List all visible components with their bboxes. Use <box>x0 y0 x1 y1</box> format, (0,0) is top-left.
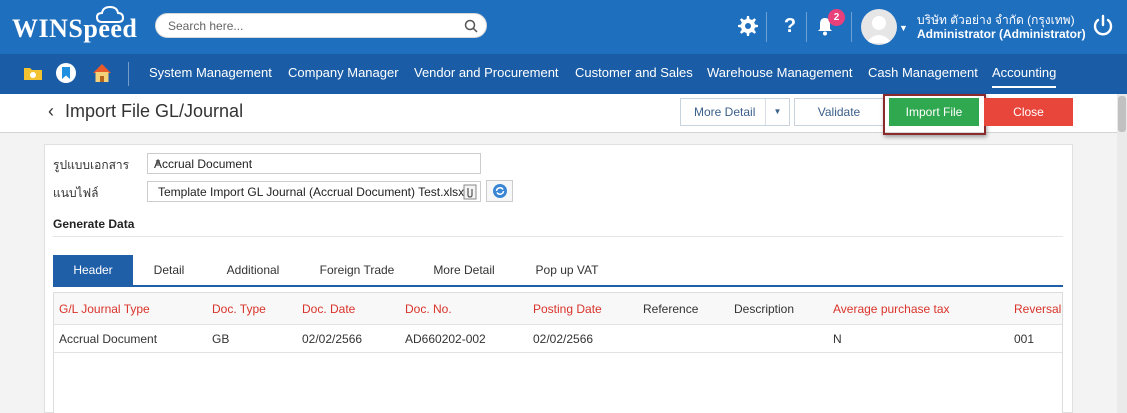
table-row[interactable]: Accrual Document GB 02/02/2566 AD660202-… <box>54 325 1062 353</box>
tab-detail[interactable]: Detail <box>140 255 198 286</box>
tab-foreign-trade[interactable]: Foreign Trade <box>312 255 402 286</box>
home-icon[interactable] <box>91 62 113 84</box>
avatar[interactable] <box>861 9 897 45</box>
column-doc-date[interactable]: Doc. Date <box>302 302 355 316</box>
search-input[interactable] <box>168 18 458 34</box>
caret-down-icon[interactable]: ▼ <box>765 99 789 125</box>
page-header: ‹ Import File GL/Journal More Detail ▼ V… <box>0 94 1117 135</box>
notification-badge: 2 <box>828 9 845 26</box>
folder-icon[interactable] <box>22 62 44 84</box>
paperclip-icon[interactable] <box>463 184 477 200</box>
toolbar-divider <box>806 12 807 42</box>
more-detail-label: More Detail <box>694 105 756 119</box>
table-cell: 001 <box>1014 332 1035 346</box>
main-menu: System Management Company Manager Vendor… <box>0 54 1127 94</box>
user-name[interactable]: Administrator (Administrator) <box>917 27 1086 41</box>
tab-more-detail[interactable]: More Detail <box>425 255 503 286</box>
column-reversal[interactable]: Reversal F <box>1014 302 1062 316</box>
table-cell: 02/02/2566 <box>533 332 594 346</box>
doc-format-select[interactable]: Accrual Document ▼ <box>147 153 481 174</box>
page-title: Import File GL/Journal <box>65 101 244 121</box>
doc-format-label: รูปแบบเอกสาร <box>53 158 130 172</box>
chevron-down-icon[interactable]: ▼ <box>154 158 472 167</box>
search-icon[interactable] <box>464 19 478 33</box>
menu-divider <box>128 62 129 86</box>
refresh-button[interactable] <box>486 180 513 202</box>
attach-file-value: Template Import GL Journal (Accrual Docu… <box>158 185 465 199</box>
menu-customer-sales[interactable]: Customer and Sales <box>575 65 693 80</box>
column-gl-journal-type[interactable]: G/L Journal Type <box>59 302 150 316</box>
table-cell: AD660202-002 <box>405 332 486 346</box>
column-posting-date[interactable]: Posting Date <box>533 302 602 316</box>
table-cell: Accrual Document <box>59 332 158 346</box>
column-description[interactable]: Description <box>734 302 794 316</box>
gear-icon[interactable] <box>735 13 761 39</box>
attach-file-label: แนบไฟล์ <box>53 186 99 200</box>
top-header: WINSpeed ? 2 ▼ บริษัท ตัวอย่าง จำกัด (กร… <box>0 0 1127 54</box>
close-button[interactable]: Close <box>984 98 1073 126</box>
attach-file-field[interactable]: Template Import GL Journal (Accrual Docu… <box>147 181 481 202</box>
search-box[interactable] <box>155 13 487 38</box>
scrollbar-thumb[interactable] <box>1118 96 1126 132</box>
bookmark-icon[interactable] <box>55 62 77 84</box>
cloud-icon <box>95 5 125 23</box>
validate-button[interactable]: Validate <box>794 98 884 126</box>
generate-data-title: Generate Data <box>53 217 135 231</box>
menu-accounting[interactable]: Accounting <box>992 65 1057 88</box>
toolbar-divider <box>851 12 852 42</box>
help-icon[interactable]: ? <box>777 13 803 39</box>
more-detail-button[interactable]: More Detail ▼ <box>680 98 790 126</box>
back-icon[interactable]: ‹ <box>48 101 54 122</box>
column-doc-type[interactable]: Doc. Type <box>212 302 266 316</box>
chevron-down-icon[interactable]: ▼ <box>899 23 908 33</box>
column-reference[interactable]: Reference <box>643 302 698 316</box>
table-cell: GB <box>212 332 230 346</box>
menu-company-manager[interactable]: Company Manager <box>288 65 399 80</box>
column-doc-no[interactable]: Doc. No. <box>405 302 452 316</box>
table-cell: N <box>833 332 842 346</box>
power-icon[interactable] <box>1090 13 1116 39</box>
data-grid: G/L Journal Type Doc. Type Doc. Date Doc… <box>53 292 1063 413</box>
menu-system-management[interactable]: System Management <box>149 65 272 80</box>
table-cell: 02/02/2566 <box>302 332 363 346</box>
column-average-purchase-tax[interactable]: Average purchase tax <box>833 302 950 316</box>
vertical-scrollbar[interactable] <box>1117 94 1127 413</box>
menu-cash-management[interactable]: Cash Management <box>868 65 978 80</box>
grid-header-row: G/L Journal Type Doc. Type Doc. Date Doc… <box>54 293 1062 325</box>
tab-popup-vat[interactable]: Pop up VAT <box>528 255 606 286</box>
tab-header[interactable]: Header <box>53 255 133 286</box>
import-file-button[interactable]: Import File <box>889 98 979 126</box>
menu-vendor-procurement[interactable]: Vendor and Procurement <box>414 65 559 80</box>
toolbar-divider <box>766 12 767 42</box>
menu-warehouse-management[interactable]: Warehouse Management <box>707 65 853 80</box>
section-divider <box>53 236 1063 237</box>
refresh-icon <box>492 184 507 198</box>
tab-additional[interactable]: Additional <box>218 255 288 286</box>
tab-underline <box>53 285 1063 287</box>
